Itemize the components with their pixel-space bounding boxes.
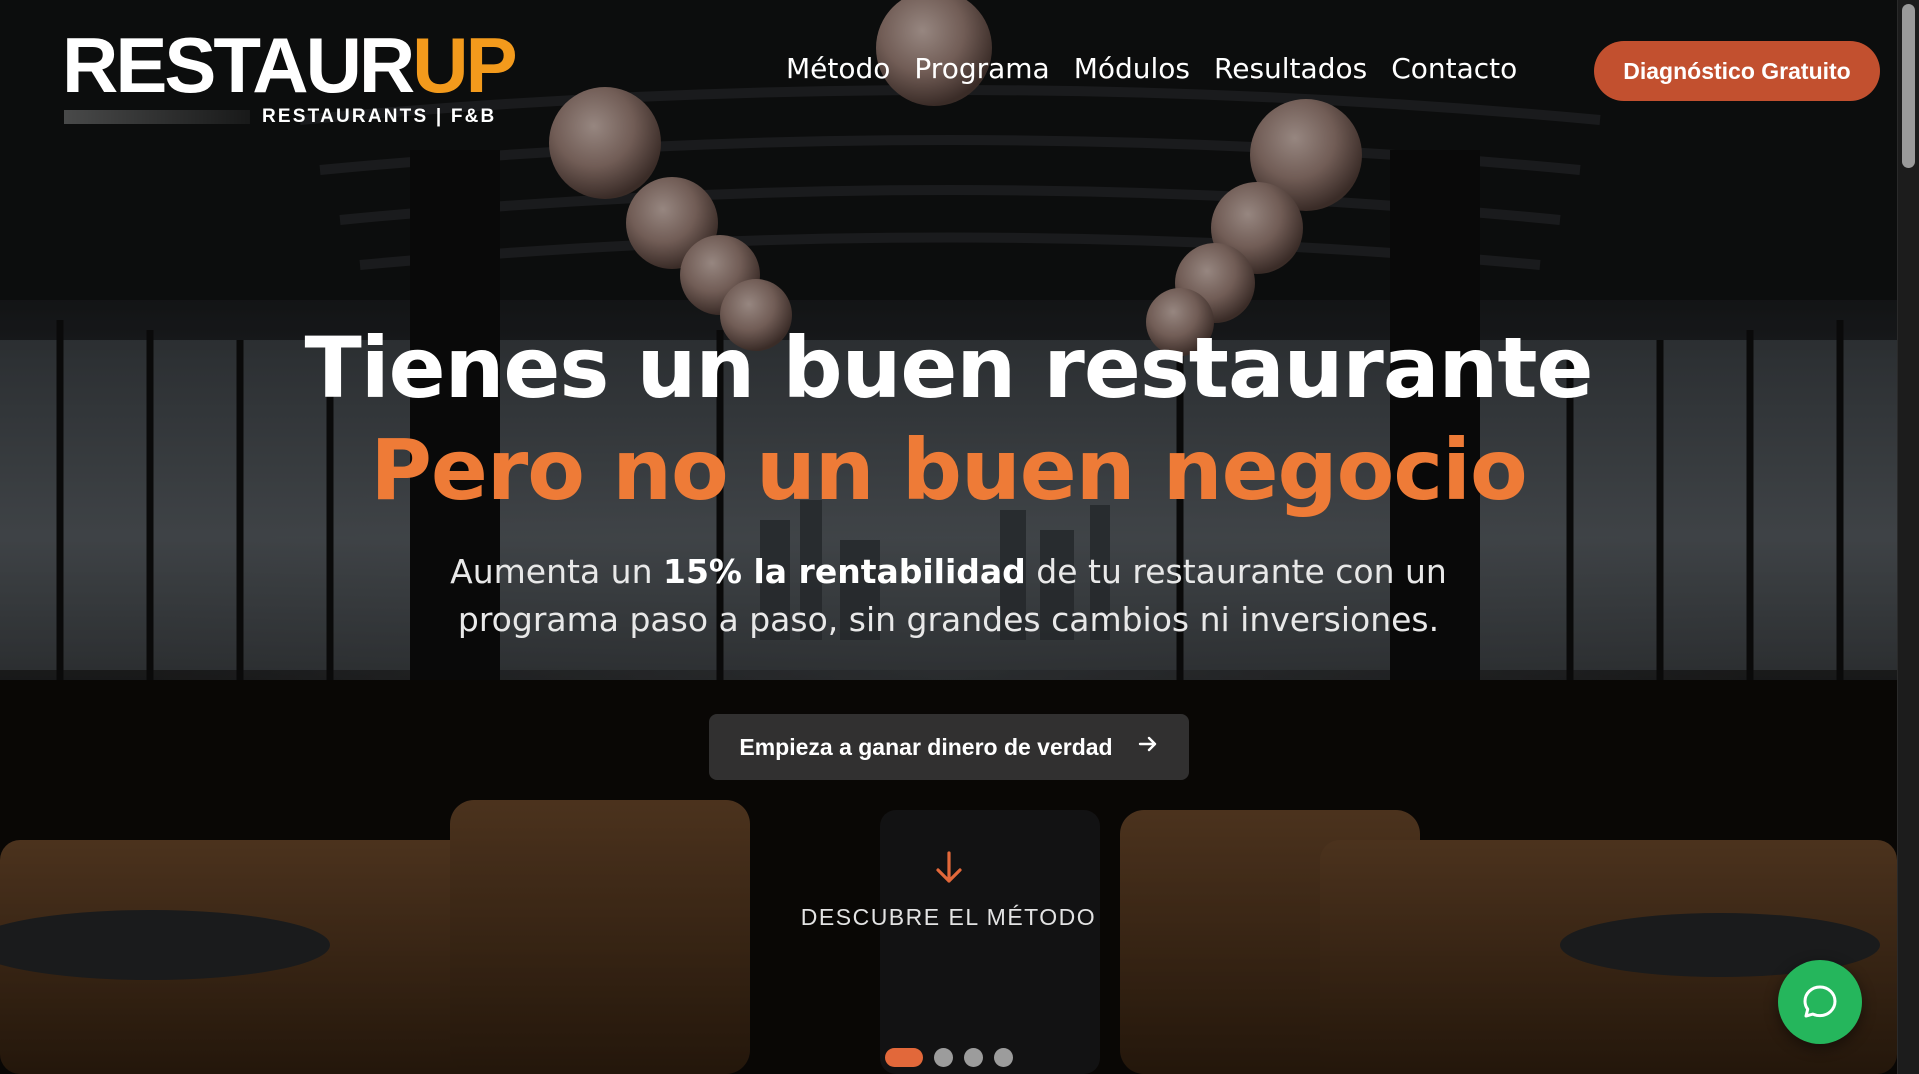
hero-title: Tienes un buen restaurante bbox=[304, 319, 1594, 417]
nav-link-metodo[interactable]: Método bbox=[786, 52, 890, 85]
whatsapp-chat-icon bbox=[1803, 985, 1837, 1018]
hero-description: Aumenta un 15% la rentabilidad de tu res… bbox=[0, 548, 1897, 644]
hero-description-pre: Aumenta un bbox=[450, 552, 663, 591]
nav-link-programa[interactable]: Programa bbox=[914, 52, 1049, 85]
diagnostico-gratuito-button[interactable]: Diagnóstico Gratuito bbox=[1594, 41, 1880, 101]
discover-label: DESCUBRE EL MÉTODO bbox=[800, 904, 1097, 930]
slider-pagination bbox=[885, 1048, 1013, 1067]
main-nav: Método Programa Módulos Resultados Conta… bbox=[786, 52, 1541, 85]
slider-dot-3[interactable] bbox=[964, 1048, 983, 1067]
logo-tagline: RESTAURANTS | F&B bbox=[262, 106, 497, 127]
hero-subtitle: Pero no un buen negocio bbox=[370, 421, 1527, 519]
slider-dot-4[interactable] bbox=[994, 1048, 1013, 1067]
hero-description-highlight: 15% la rentabilidad bbox=[663, 552, 1026, 591]
nav-link-contacto[interactable]: Contacto bbox=[1391, 52, 1517, 85]
descubre-el-metodo-link[interactable]: DESCUBRE EL MÉTODO bbox=[0, 848, 1897, 931]
hero-description-line2: programa paso a paso, sin grandes cambio… bbox=[457, 600, 1440, 639]
slider-dot-1-active[interactable] bbox=[885, 1048, 923, 1067]
logo-wordmark-white: RESTAUR bbox=[62, 21, 415, 109]
arrow-right-icon bbox=[1137, 733, 1159, 762]
nav-link-resultados[interactable]: Resultados bbox=[1214, 52, 1367, 85]
page-viewport: RESTAURUP RESTAURANTS | F&B Método Progr… bbox=[0, 0, 1919, 1074]
page-scrollbar[interactable] bbox=[1897, 0, 1919, 1074]
empieza-cta-button[interactable]: Empieza a ganar dinero de verdad bbox=[709, 714, 1189, 780]
hero-description-post: de tu restaurante con un bbox=[1025, 552, 1447, 591]
nav-link-modulos[interactable]: Módulos bbox=[1074, 52, 1190, 85]
logo-wordmark: RESTAURUP bbox=[62, 26, 518, 104]
brand-logo[interactable]: RESTAURUP RESTAURANTS | F&B bbox=[62, 26, 522, 130]
slider-dot-2[interactable] bbox=[934, 1048, 953, 1067]
arrow-right-svg bbox=[1138, 736, 1156, 751]
hero-cta-label: Empieza a ganar dinero de verdad bbox=[739, 733, 1113, 760]
logo-wordmark-orange: UP bbox=[412, 21, 517, 109]
logo-underline-bar bbox=[64, 110, 250, 124]
arrow-down-icon bbox=[935, 851, 962, 883]
scrollbar-thumb[interactable] bbox=[1902, 4, 1915, 168]
whatsapp-chat-button[interactable] bbox=[1778, 960, 1862, 1044]
